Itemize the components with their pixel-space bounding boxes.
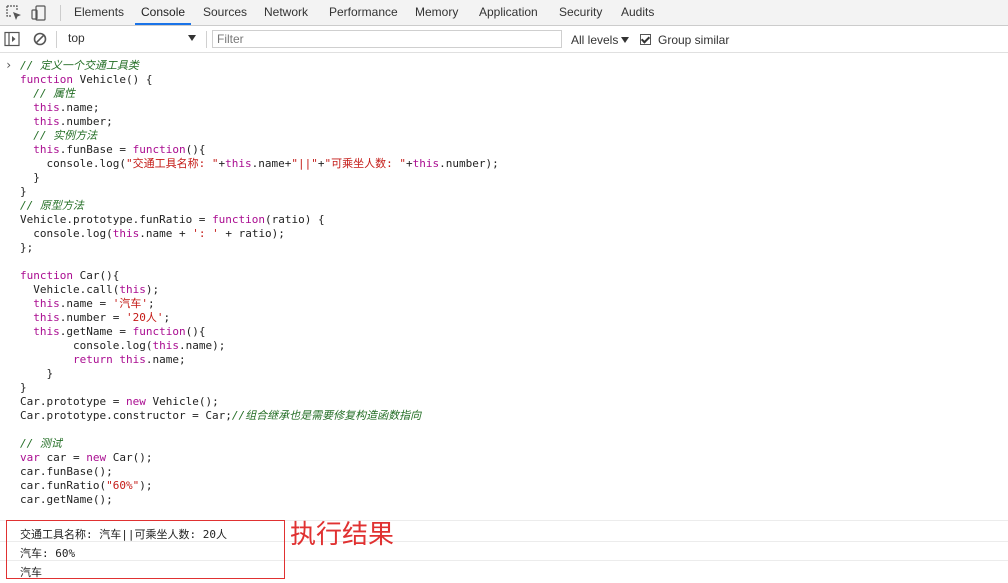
context-label: top bbox=[68, 31, 85, 45]
tab-security[interactable]: Security bbox=[559, 0, 602, 25]
tab-performance[interactable]: Performance bbox=[329, 0, 398, 25]
tab-memory[interactable]: Memory bbox=[415, 0, 458, 25]
log-levels-dropdown[interactable]: All levels bbox=[571, 33, 618, 47]
chevron-down-icon bbox=[621, 37, 629, 43]
toolbar-separator bbox=[206, 31, 207, 48]
show-sidebar-icon[interactable] bbox=[4, 31, 22, 49]
code-input-block[interactable]: // 定义一个交通工具类 function Vehicle() { // 属性 … bbox=[20, 59, 499, 507]
tab-console[interactable]: Console bbox=[135, 0, 192, 25]
device-toolbar-icon[interactable] bbox=[30, 4, 48, 22]
tab-audits[interactable]: Audits bbox=[621, 0, 654, 25]
result-highlight-box bbox=[6, 520, 285, 579]
result-annotation: 执行结果 bbox=[290, 520, 395, 550]
prompt-chevron-icon: › bbox=[5, 58, 13, 72]
chevron-down-icon bbox=[188, 35, 196, 41]
tab-network[interactable]: Network bbox=[264, 0, 308, 25]
devtools-tab-bar: Elements Console Sources Network Perform… bbox=[0, 0, 1008, 26]
toolbar-separator bbox=[56, 31, 57, 48]
filter-input[interactable] bbox=[212, 30, 562, 48]
inspect-element-icon[interactable] bbox=[5, 4, 23, 22]
group-similar-label: Group similar bbox=[658, 33, 730, 47]
context-selector[interactable]: top bbox=[62, 30, 202, 48]
tab-elements[interactable]: Elements bbox=[74, 0, 124, 25]
console-toolbar: top All levels Group similar bbox=[0, 26, 1008, 53]
tab-sources[interactable]: Sources bbox=[203, 0, 247, 25]
clear-console-icon[interactable] bbox=[32, 31, 50, 49]
tab-application[interactable]: Application bbox=[479, 0, 538, 25]
group-similar-checkbox[interactable] bbox=[640, 34, 651, 45]
tab-separator bbox=[60, 5, 61, 21]
